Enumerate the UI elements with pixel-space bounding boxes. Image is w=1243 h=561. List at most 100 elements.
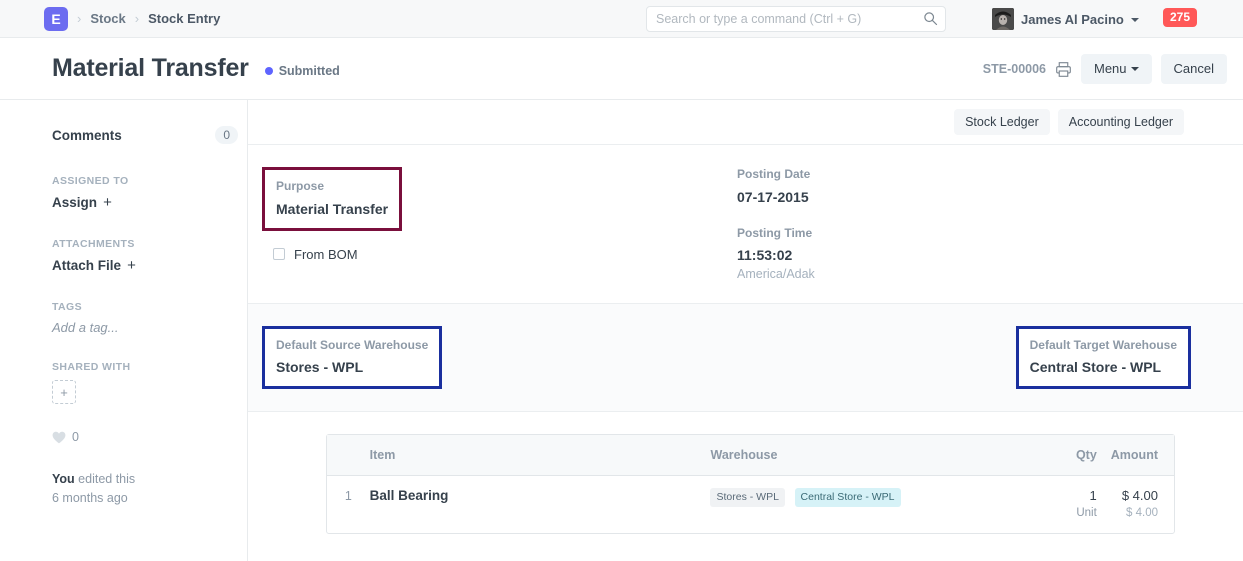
column-index — [327, 435, 370, 476]
target-warehouse-value: Central Store - WPL — [1030, 358, 1177, 376]
edited-by: You — [52, 472, 75, 486]
avatar — [992, 8, 1014, 30]
add-share-button[interactable]: + — [52, 380, 76, 404]
items-table-head: Item Warehouse Qty Amount — [327, 435, 1174, 476]
print-icon[interactable] — [1055, 61, 1072, 78]
attachments-heading: ATTACHMENTS — [52, 238, 247, 250]
accounting-ledger-button[interactable]: Accounting Ledger — [1058, 109, 1184, 135]
assign-label: Assign — [52, 195, 97, 210]
like-control[interactable]: 0 — [52, 430, 247, 444]
posting-date-value: 07-17-2015 — [737, 188, 1191, 206]
breadcrumb-separator-2: › — [135, 11, 139, 26]
target-warehouse-label: Default Target Warehouse — [1030, 338, 1177, 354]
row-qty[interactable]: 1 Unit — [994, 476, 1111, 533]
section-items: Item Warehouse Qty Amount 1 Ball Bearing — [248, 412, 1243, 560]
column-amount: Amount — [1111, 435, 1174, 476]
items-table: Item Warehouse Qty Amount 1 Ball Bearing — [326, 434, 1175, 534]
edited-time: 6 months ago — [52, 491, 128, 505]
status-label: Submitted — [279, 64, 340, 78]
add-tag-input[interactable]: Add a tag... — [52, 320, 247, 335]
tags-heading: TAGS — [52, 301, 247, 313]
menu-button[interactable]: Menu — [1081, 54, 1152, 84]
row-qty-value: 1 — [994, 488, 1097, 503]
heart-icon — [52, 431, 66, 444]
cancel-button[interactable]: Cancel — [1161, 54, 1227, 84]
user-name: James Al Pacino — [1021, 12, 1124, 27]
attach-file-button[interactable]: Attach File + — [52, 257, 247, 274]
posting-time-value: 11:53:02 — [737, 246, 1191, 264]
row-warehouse[interactable]: Stores - WPL Central Store - WPL — [710, 476, 993, 533]
row-amount[interactable]: $ 4.00 $ 4.00 — [1111, 476, 1174, 533]
user-menu[interactable]: James Al Pacino — [992, 0, 1139, 38]
section-warehouses: Default Source Warehouse Stores - WPL De… — [248, 304, 1243, 413]
top-navbar: E › Stock › Stock Entry James Al Pacino … — [0, 0, 1243, 38]
row-source-warehouse-tag: Stores - WPL — [710, 488, 784, 507]
items-table-body: 1 Ball Bearing Stores - WPL Central Stor… — [327, 476, 1174, 533]
last-edited-info: You edited this 6 months ago — [52, 470, 247, 509]
edited-text: edited this — [75, 472, 135, 486]
avatar-portrait-icon — [992, 8, 1014, 30]
notification-badge[interactable]: 275 — [1163, 8, 1197, 27]
posting-date-field[interactable]: Posting Date 07-17-2015 — [737, 167, 1191, 206]
status-badge: Submitted — [265, 64, 340, 78]
purpose-value: Material Transfer — [276, 200, 388, 218]
posting-time-label: Posting Time — [737, 226, 1191, 242]
page-title: Material Transfer — [52, 54, 249, 83]
table-row[interactable]: 1 Ball Bearing Stores - WPL Central Stor… — [327, 476, 1174, 533]
row-amount-value: $ 4.00 — [1111, 488, 1158, 503]
section-details: Purpose Material Transfer From BOM Posti… — [248, 145, 1243, 304]
breadcrumb-stock-entry[interactable]: Stock Entry — [148, 11, 220, 26]
posting-time-field[interactable]: Posting Time 11:53:02 America/Adak — [737, 226, 1191, 281]
global-search — [646, 6, 946, 32]
posting-timezone: America/Adak — [737, 267, 1191, 281]
chevron-down-icon — [1131, 18, 1139, 22]
plus-icon: + — [60, 385, 68, 400]
row-uom: Unit — [994, 507, 1097, 519]
breadcrumb-separator-1: › — [77, 11, 81, 26]
row-item[interactable]: Ball Bearing — [370, 476, 711, 533]
chevron-down-icon — [1131, 67, 1139, 71]
row-amount-sub: $ 4.00 — [1111, 507, 1158, 519]
comments-count: 0 — [215, 126, 238, 144]
assign-button[interactable]: Assign + — [52, 194, 247, 211]
source-warehouse-value: Stores - WPL — [276, 358, 428, 376]
sidebar-comments[interactable]: Comments 0 — [52, 126, 238, 144]
document-titlebar: Material Transfer Submitted STE-00006 Me… — [0, 38, 1243, 100]
posting-date-label: Posting Date — [737, 167, 1191, 183]
row-index: 1 — [327, 476, 370, 533]
document-id: STE-00006 — [983, 62, 1046, 76]
menu-button-label: Menu — [1094, 61, 1127, 76]
breadcrumb-stock[interactable]: Stock — [90, 11, 125, 26]
from-bom-label: From BOM — [294, 247, 358, 262]
source-warehouse-label: Default Source Warehouse — [276, 338, 428, 354]
details-left-column: Purpose Material Transfer From BOM — [262, 167, 737, 281]
from-bom-field[interactable]: From BOM — [273, 247, 737, 262]
document-main: Stock Ledger Accounting Ledger Purpose M… — [248, 100, 1243, 561]
app-logo[interactable]: E — [44, 7, 68, 31]
purpose-field[interactable]: Purpose Material Transfer — [262, 167, 402, 231]
comments-label: Comments — [52, 128, 122, 143]
target-warehouse-field[interactable]: Default Target Warehouse Central Store -… — [1016, 326, 1191, 390]
column-qty: Qty — [994, 435, 1111, 476]
like-count: 0 — [72, 430, 79, 444]
assigned-to-heading: ASSIGNED TO — [52, 175, 247, 187]
from-bom-checkbox[interactable] — [273, 248, 285, 260]
stock-ledger-button[interactable]: Stock Ledger — [954, 109, 1050, 135]
plus-icon: + — [123, 257, 136, 274]
search-input[interactable] — [646, 6, 946, 32]
document-sidebar: Comments 0 ASSIGNED TO Assign + ATTACHME… — [0, 100, 248, 561]
status-dot-icon — [265, 67, 273, 75]
row-index-value: 1 — [345, 489, 352, 503]
row-target-warehouse-tag: Central Store - WPL — [795, 488, 901, 507]
row-item-name: Ball Bearing — [370, 488, 449, 503]
warehouse-row: Default Source Warehouse Stores - WPL De… — [262, 326, 1191, 390]
details-right-column: Posting Date 07-17-2015 Posting Time 11:… — [737, 167, 1191, 281]
ledger-toolbar: Stock Ledger Accounting Ledger — [248, 100, 1243, 145]
table-header-row: Item Warehouse Qty Amount — [327, 435, 1174, 476]
column-warehouse: Warehouse — [710, 435, 993, 476]
page-body: Comments 0 ASSIGNED TO Assign + ATTACHME… — [0, 100, 1243, 561]
titlebar-actions: STE-00006 Menu Cancel — [983, 38, 1227, 100]
source-warehouse-field[interactable]: Default Source Warehouse Stores - WPL — [262, 326, 442, 390]
column-item: Item — [370, 435, 711, 476]
attach-file-label: Attach File — [52, 258, 121, 273]
